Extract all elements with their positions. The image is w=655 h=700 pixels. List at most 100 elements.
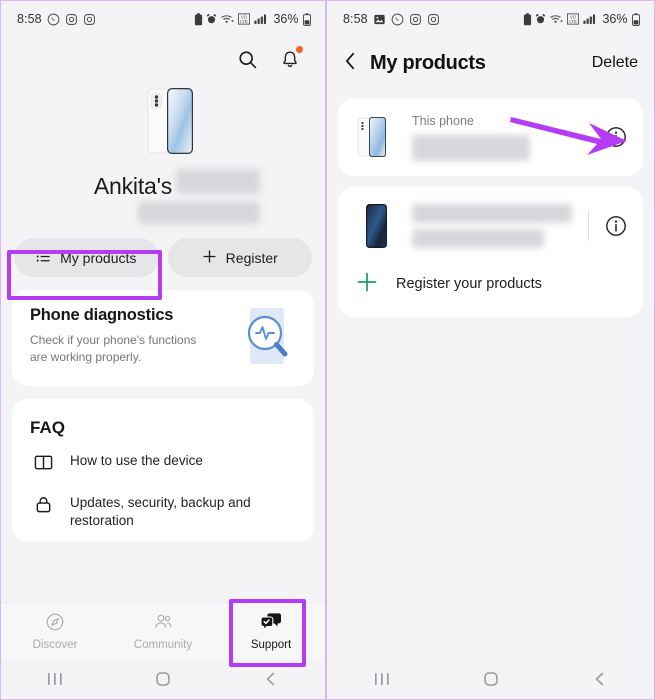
wifi-calling-icon: [550, 13, 564, 25]
product-card-this-phone[interactable]: This phone: [338, 98, 643, 176]
redacted-product-name: [412, 204, 572, 223]
system-gesture-bar: [1, 659, 325, 699]
redacted-product-sub: [412, 229, 544, 248]
redacted-device-name-line2: [138, 202, 260, 224]
nav-item-discover[interactable]: Discover: [1, 603, 109, 659]
status-bar-left: 8:58: [343, 12, 440, 26]
screenshot-stage: 8:58 VO LTE 36% Ankita's My products Reg…: [0, 0, 655, 700]
register-chip[interactable]: Register: [167, 238, 312, 277]
right-phone-screen: 8:58 VO LTE 36% My products Delete This …: [326, 0, 655, 700]
vowifi-icon: VO LTE: [567, 13, 580, 25]
status-time: 8:58: [343, 12, 368, 26]
app-bar: My products Delete: [327, 37, 654, 89]
top-action-bar: [1, 37, 325, 81]
register-your-products-label: Register your products: [396, 276, 542, 292]
signal-icon: [254, 13, 267, 25]
my-products-chip[interactable]: My products: [14, 238, 159, 277]
whatsapp-icon: [391, 13, 404, 26]
left-phone-screen: 8:58 VO LTE 36% Ankita's My products Reg…: [0, 0, 326, 700]
chevron-left-icon[interactable]: [341, 51, 360, 76]
faq-item-how-to-use[interactable]: How to use the device: [30, 438, 298, 480]
hero-name-row: Ankita's: [1, 169, 325, 200]
product-thumbnail-white-phone: [354, 112, 398, 162]
instagram-icon: [83, 13, 96, 26]
lock-icon: [34, 495, 54, 519]
diagnostics-title: Phone diagnostics: [30, 306, 174, 324]
faq-title: FAQ: [30, 418, 65, 437]
recents-icon[interactable]: [327, 670, 436, 688]
notification-badge: [296, 46, 303, 53]
signal-icon: [583, 13, 596, 25]
alarm-icon: [206, 13, 217, 25]
recents-icon[interactable]: [1, 670, 109, 688]
product-row[interactable]: This phone: [338, 98, 643, 176]
product-texts: This phone: [412, 114, 603, 161]
whatsapp-icon: [47, 13, 60, 26]
delete-button[interactable]: Delete: [592, 54, 638, 72]
instagram-icon: [409, 13, 422, 26]
redacted-device-name: [176, 169, 261, 194]
nav-item-community[interactable]: Community: [109, 603, 217, 659]
quick-action-chips: My products Register: [1, 224, 325, 277]
system-gesture-bar: [327, 659, 654, 699]
instagram-icon: [427, 13, 440, 26]
status-bar-right: VO LTE 36%: [194, 12, 311, 26]
book-icon: [34, 453, 54, 477]
info-icon[interactable]: [603, 215, 629, 237]
register-chip-label: Register: [225, 249, 278, 266]
faq-item-label: Updates, security, backup and restoratio…: [70, 495, 251, 529]
vowifi-icon: VO LTE: [238, 13, 251, 25]
phone-diagnostics-card[interactable]: Phone diagnostics Check if your phone's …: [12, 290, 314, 386]
battery-percent: 36%: [273, 12, 299, 26]
page-title: My products: [370, 51, 486, 74]
hero-device-image: [126, 85, 200, 157]
back-icon[interactable]: [217, 670, 325, 688]
plus-icon: [356, 271, 378, 297]
battery-percent: 36%: [602, 12, 628, 26]
status-bar: 8:58 VO LTE 36%: [1, 1, 325, 37]
register-your-products-row[interactable]: Register your products: [338, 265, 643, 317]
info-icon[interactable]: [603, 126, 629, 148]
back-icon[interactable]: [545, 670, 654, 688]
list-icon: [36, 249, 51, 267]
bottom-navigation: Discover Community Support: [1, 602, 325, 659]
svg-text:LTE: LTE: [570, 19, 578, 24]
status-time: 8:58: [17, 12, 42, 26]
battery-saver-icon: [194, 12, 203, 26]
home-icon[interactable]: [436, 670, 545, 688]
support-chat-icon: [260, 612, 282, 635]
nav-item-support[interactable]: Support: [217, 603, 325, 659]
nav-item-label: Support: [250, 638, 292, 651]
user-name: Ankita's: [93, 173, 173, 199]
search-icon[interactable]: [234, 46, 260, 72]
battery-icon: [303, 12, 311, 26]
hero-name-row-2: [1, 200, 325, 224]
svg-text:LTE: LTE: [241, 19, 249, 24]
product-card-second[interactable]: Register your products: [338, 187, 643, 317]
faq-item-updates-security[interactable]: Updates, security, backup and restoratio…: [30, 480, 298, 533]
battery-icon: [632, 12, 640, 26]
hero-section: Ankita's: [1, 81, 325, 224]
product-row[interactable]: [338, 187, 643, 265]
faq-item-label: How to use the device: [70, 453, 203, 468]
compass-icon: [45, 612, 65, 635]
people-icon: [153, 612, 174, 635]
redacted-product-name: [412, 134, 530, 161]
nav-item-label: Discover: [32, 638, 78, 651]
product-texts: [412, 204, 588, 248]
product-label: This phone: [412, 113, 474, 128]
home-icon[interactable]: [109, 670, 217, 688]
battery-saver-icon: [523, 12, 532, 26]
diagnostics-subtitle: Check if your phone's functions are work…: [30, 333, 197, 365]
vertical-divider: [588, 211, 589, 241]
nav-item-label: Community: [133, 638, 193, 651]
alarm-icon: [535, 13, 546, 25]
instagram-icon: [65, 13, 78, 26]
notifications-icon[interactable]: [277, 46, 303, 72]
wifi-calling-icon: [221, 13, 235, 25]
product-thumbnail-dark-phone: [354, 201, 398, 251]
status-bar-right: VO LTE 36%: [523, 12, 640, 26]
my-products-chip-label: My products: [60, 249, 137, 266]
plus-icon: [202, 249, 217, 267]
gallery-icon: [373, 13, 386, 26]
